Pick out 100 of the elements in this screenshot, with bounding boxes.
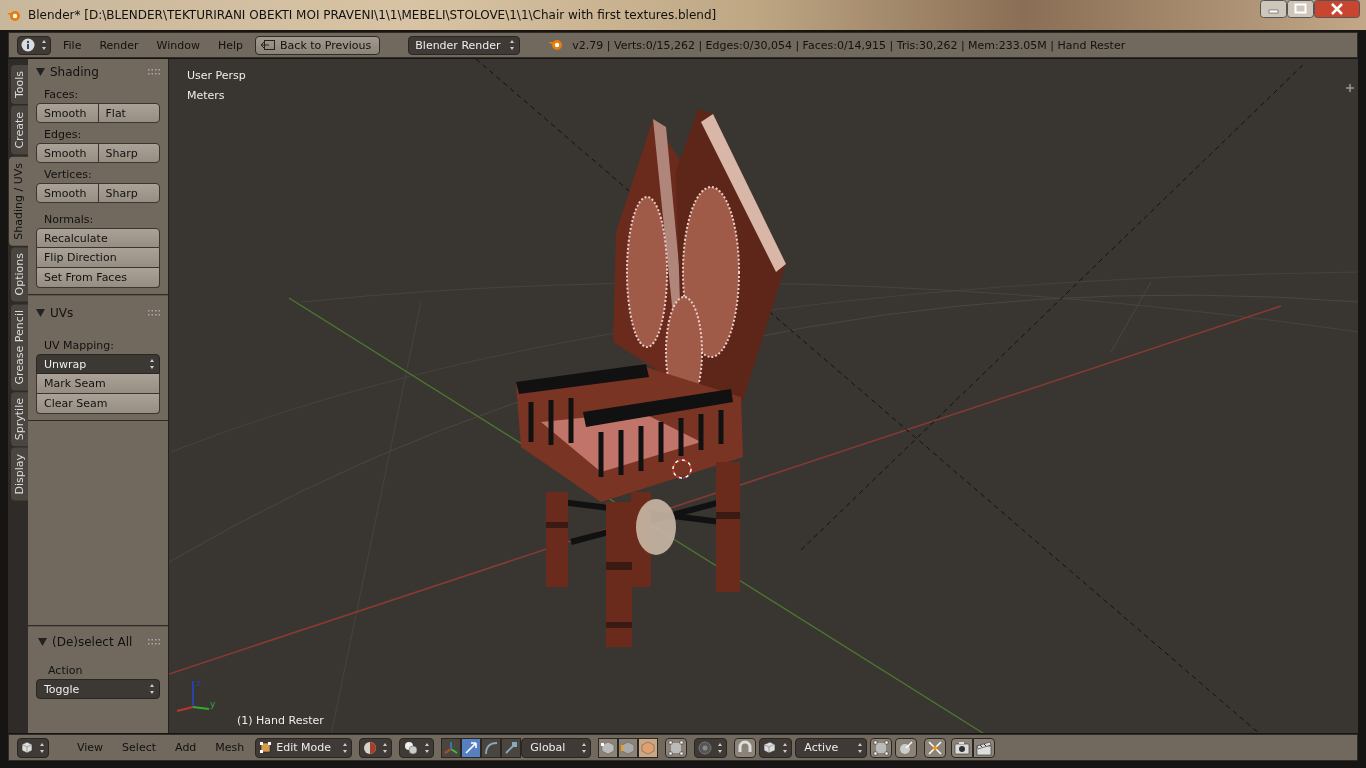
close-button[interactable] bbox=[1314, 0, 1360, 18]
shading-button[interactable]: Smooth bbox=[36, 103, 99, 123]
tool-shelf-tab[interactable]: Shading / UVs bbox=[9, 156, 28, 246]
group-label: Vertices: bbox=[43, 167, 93, 183]
uv-mapping-dropdown[interactable]: Unwrap bbox=[36, 354, 160, 374]
arrow-icon bbox=[463, 739, 480, 756]
panel-title[interactable]: Shading bbox=[50, 65, 99, 79]
proportional-edit-dropdown[interactable] bbox=[694, 737, 728, 758]
clapperboard-icon bbox=[976, 739, 993, 756]
manipulator-toggle[interactable] bbox=[441, 737, 462, 758]
select-mode-toggle[interactable] bbox=[638, 737, 659, 758]
shading-button[interactable]: Smooth bbox=[36, 143, 99, 163]
transform-toggle[interactable] bbox=[924, 737, 947, 758]
shading-button[interactable]: Flat bbox=[97, 103, 160, 123]
tool-shelf-tab[interactable]: Tools bbox=[11, 65, 28, 105]
minimize-button[interactable] bbox=[1260, 0, 1287, 18]
snap-toggle[interactable] bbox=[734, 737, 757, 758]
snap-element-dropdown[interactable] bbox=[759, 737, 793, 758]
snap-target-dropdown[interactable]: Active bbox=[795, 737, 868, 758]
snap-option-toggle[interactable] bbox=[895, 737, 918, 758]
menu-item[interactable]: Window bbox=[150, 38, 206, 52]
render-animation-button[interactable] bbox=[973, 737, 996, 758]
up-down-arrows-icon bbox=[147, 357, 155, 371]
shading-button[interactable]: Set From Faces bbox=[36, 268, 160, 288]
action-dropdown[interactable]: Toggle bbox=[36, 679, 160, 699]
manipulator-toggle[interactable] bbox=[481, 737, 502, 758]
shading-button[interactable]: Flip Direction bbox=[36, 248, 160, 268]
uv-button[interactable]: Clear Seam bbox=[36, 394, 160, 414]
circle-icon bbox=[698, 740, 713, 755]
edge-select-icon bbox=[620, 739, 637, 756]
viewport-shading-dropdown[interactable] bbox=[359, 737, 393, 758]
menu-item[interactable]: Add bbox=[167, 741, 205, 754]
vertex-box-icon bbox=[668, 739, 685, 756]
drag-handle-icon[interactable] bbox=[148, 69, 160, 75]
panel-title[interactable]: UVs bbox=[50, 306, 74, 320]
cube-icon bbox=[21, 741, 34, 754]
up-down-arrows-icon bbox=[147, 682, 155, 696]
units-label: Meters bbox=[187, 89, 225, 102]
camera-icon bbox=[954, 739, 971, 756]
menu-item[interactable]: File bbox=[57, 38, 88, 52]
window-title: Blender* [D:\BLENDER\TEKTURIRANI OBEKTI MOI PRAVENI\1\1\MEBELI\STOLOVE\1\1\Chair with first textures.blend] bbox=[28, 8, 717, 22]
occlude-geometry-toggle[interactable] bbox=[665, 737, 688, 758]
drag-handle-icon[interactable] bbox=[148, 310, 160, 316]
expanded-triangle-icon[interactable] bbox=[38, 638, 47, 646]
face-select-icon bbox=[640, 739, 657, 756]
menu-item[interactable]: Help bbox=[211, 38, 250, 52]
menu-item[interactable]: Select bbox=[114, 741, 165, 754]
back-arrow-icon bbox=[260, 39, 277, 51]
group-label: Edges: bbox=[43, 127, 83, 143]
render-button[interactable] bbox=[951, 737, 974, 758]
3d-cursor-icon bbox=[671, 458, 693, 480]
scene-statistics: v2.79 | Verts:0/15,262 | Edges:0/30,054 | Faces:0/14,915 | Tris:30,262 | Mem:233.05M | Hand Rester bbox=[572, 38, 1126, 52]
tool-shelf-tab[interactable]: Grease Pencil bbox=[11, 303, 28, 391]
cube-icon bbox=[763, 740, 778, 755]
select-mode-toggle[interactable] bbox=[598, 737, 619, 758]
render-engine-dropdown[interactable]: Blender Render bbox=[408, 35, 521, 55]
tool-shelf-tab[interactable]: Create bbox=[11, 106, 28, 155]
up-down-arrows-icon bbox=[507, 38, 516, 52]
maximize-button[interactable] bbox=[1287, 0, 1314, 18]
menu-item[interactable]: Render bbox=[93, 38, 145, 52]
manipulator-toggle[interactable] bbox=[461, 737, 482, 758]
panel-title[interactable]: (De)select All bbox=[52, 635, 133, 649]
shaded-sphere-icon bbox=[363, 740, 378, 755]
view-name-label: User Persp bbox=[187, 69, 246, 82]
mode-dropdown[interactable]: Edit Mode bbox=[255, 737, 353, 758]
shading-button[interactable]: Recalculate bbox=[36, 228, 160, 248]
group-label: UV Mapping: bbox=[43, 338, 115, 354]
transform-orientation-dropdown[interactable]: Global bbox=[521, 737, 592, 758]
vertex-box-icon bbox=[873, 739, 890, 756]
shading-button[interactable]: Sharp bbox=[97, 183, 160, 203]
drag-handle-icon[interactable] bbox=[148, 639, 160, 645]
tool-shelf-tab[interactable]: Options bbox=[11, 247, 28, 302]
pivot-point-dropdown[interactable] bbox=[399, 737, 435, 758]
expanded-triangle-icon[interactable] bbox=[36, 68, 45, 76]
snap-option-toggle[interactable] bbox=[870, 737, 893, 758]
active-object-label: (1) Hand Rester bbox=[237, 714, 324, 727]
add-region-icon[interactable] bbox=[1345, 83, 1355, 93]
select-mode-toggle[interactable] bbox=[618, 737, 639, 758]
group-label: Normals: bbox=[43, 212, 95, 228]
uv-button[interactable]: Mark Seam bbox=[36, 374, 160, 394]
menu-item[interactable]: View bbox=[69, 741, 112, 754]
axis-arrows-icon bbox=[443, 739, 460, 756]
shading-button[interactable]: Sharp bbox=[97, 143, 160, 163]
arc-icon bbox=[483, 739, 500, 756]
edit-mode-icon bbox=[259, 741, 273, 754]
overlapping-circles-icon bbox=[403, 740, 420, 755]
shading-button[interactable]: Smooth bbox=[36, 183, 99, 203]
manipulator-toggle[interactable] bbox=[501, 737, 522, 758]
info-icon bbox=[21, 38, 35, 52]
scale-handle-icon bbox=[503, 739, 520, 756]
pin-icon bbox=[898, 739, 915, 756]
tool-shelf-tab[interactable]: Display bbox=[11, 448, 28, 502]
expanded-triangle-icon[interactable] bbox=[36, 309, 45, 317]
editor-type-dropdown[interactable] bbox=[17, 35, 51, 55]
menu-item[interactable]: Mesh bbox=[207, 741, 253, 754]
vertex-select-icon bbox=[600, 739, 617, 756]
arrows-in-icon bbox=[927, 739, 944, 756]
editor-type-dropdown[interactable] bbox=[17, 737, 49, 758]
back-to-previous-button[interactable]: Back to Previous bbox=[255, 35, 381, 55]
tool-shelf-tab[interactable]: Sprytile bbox=[11, 392, 28, 447]
